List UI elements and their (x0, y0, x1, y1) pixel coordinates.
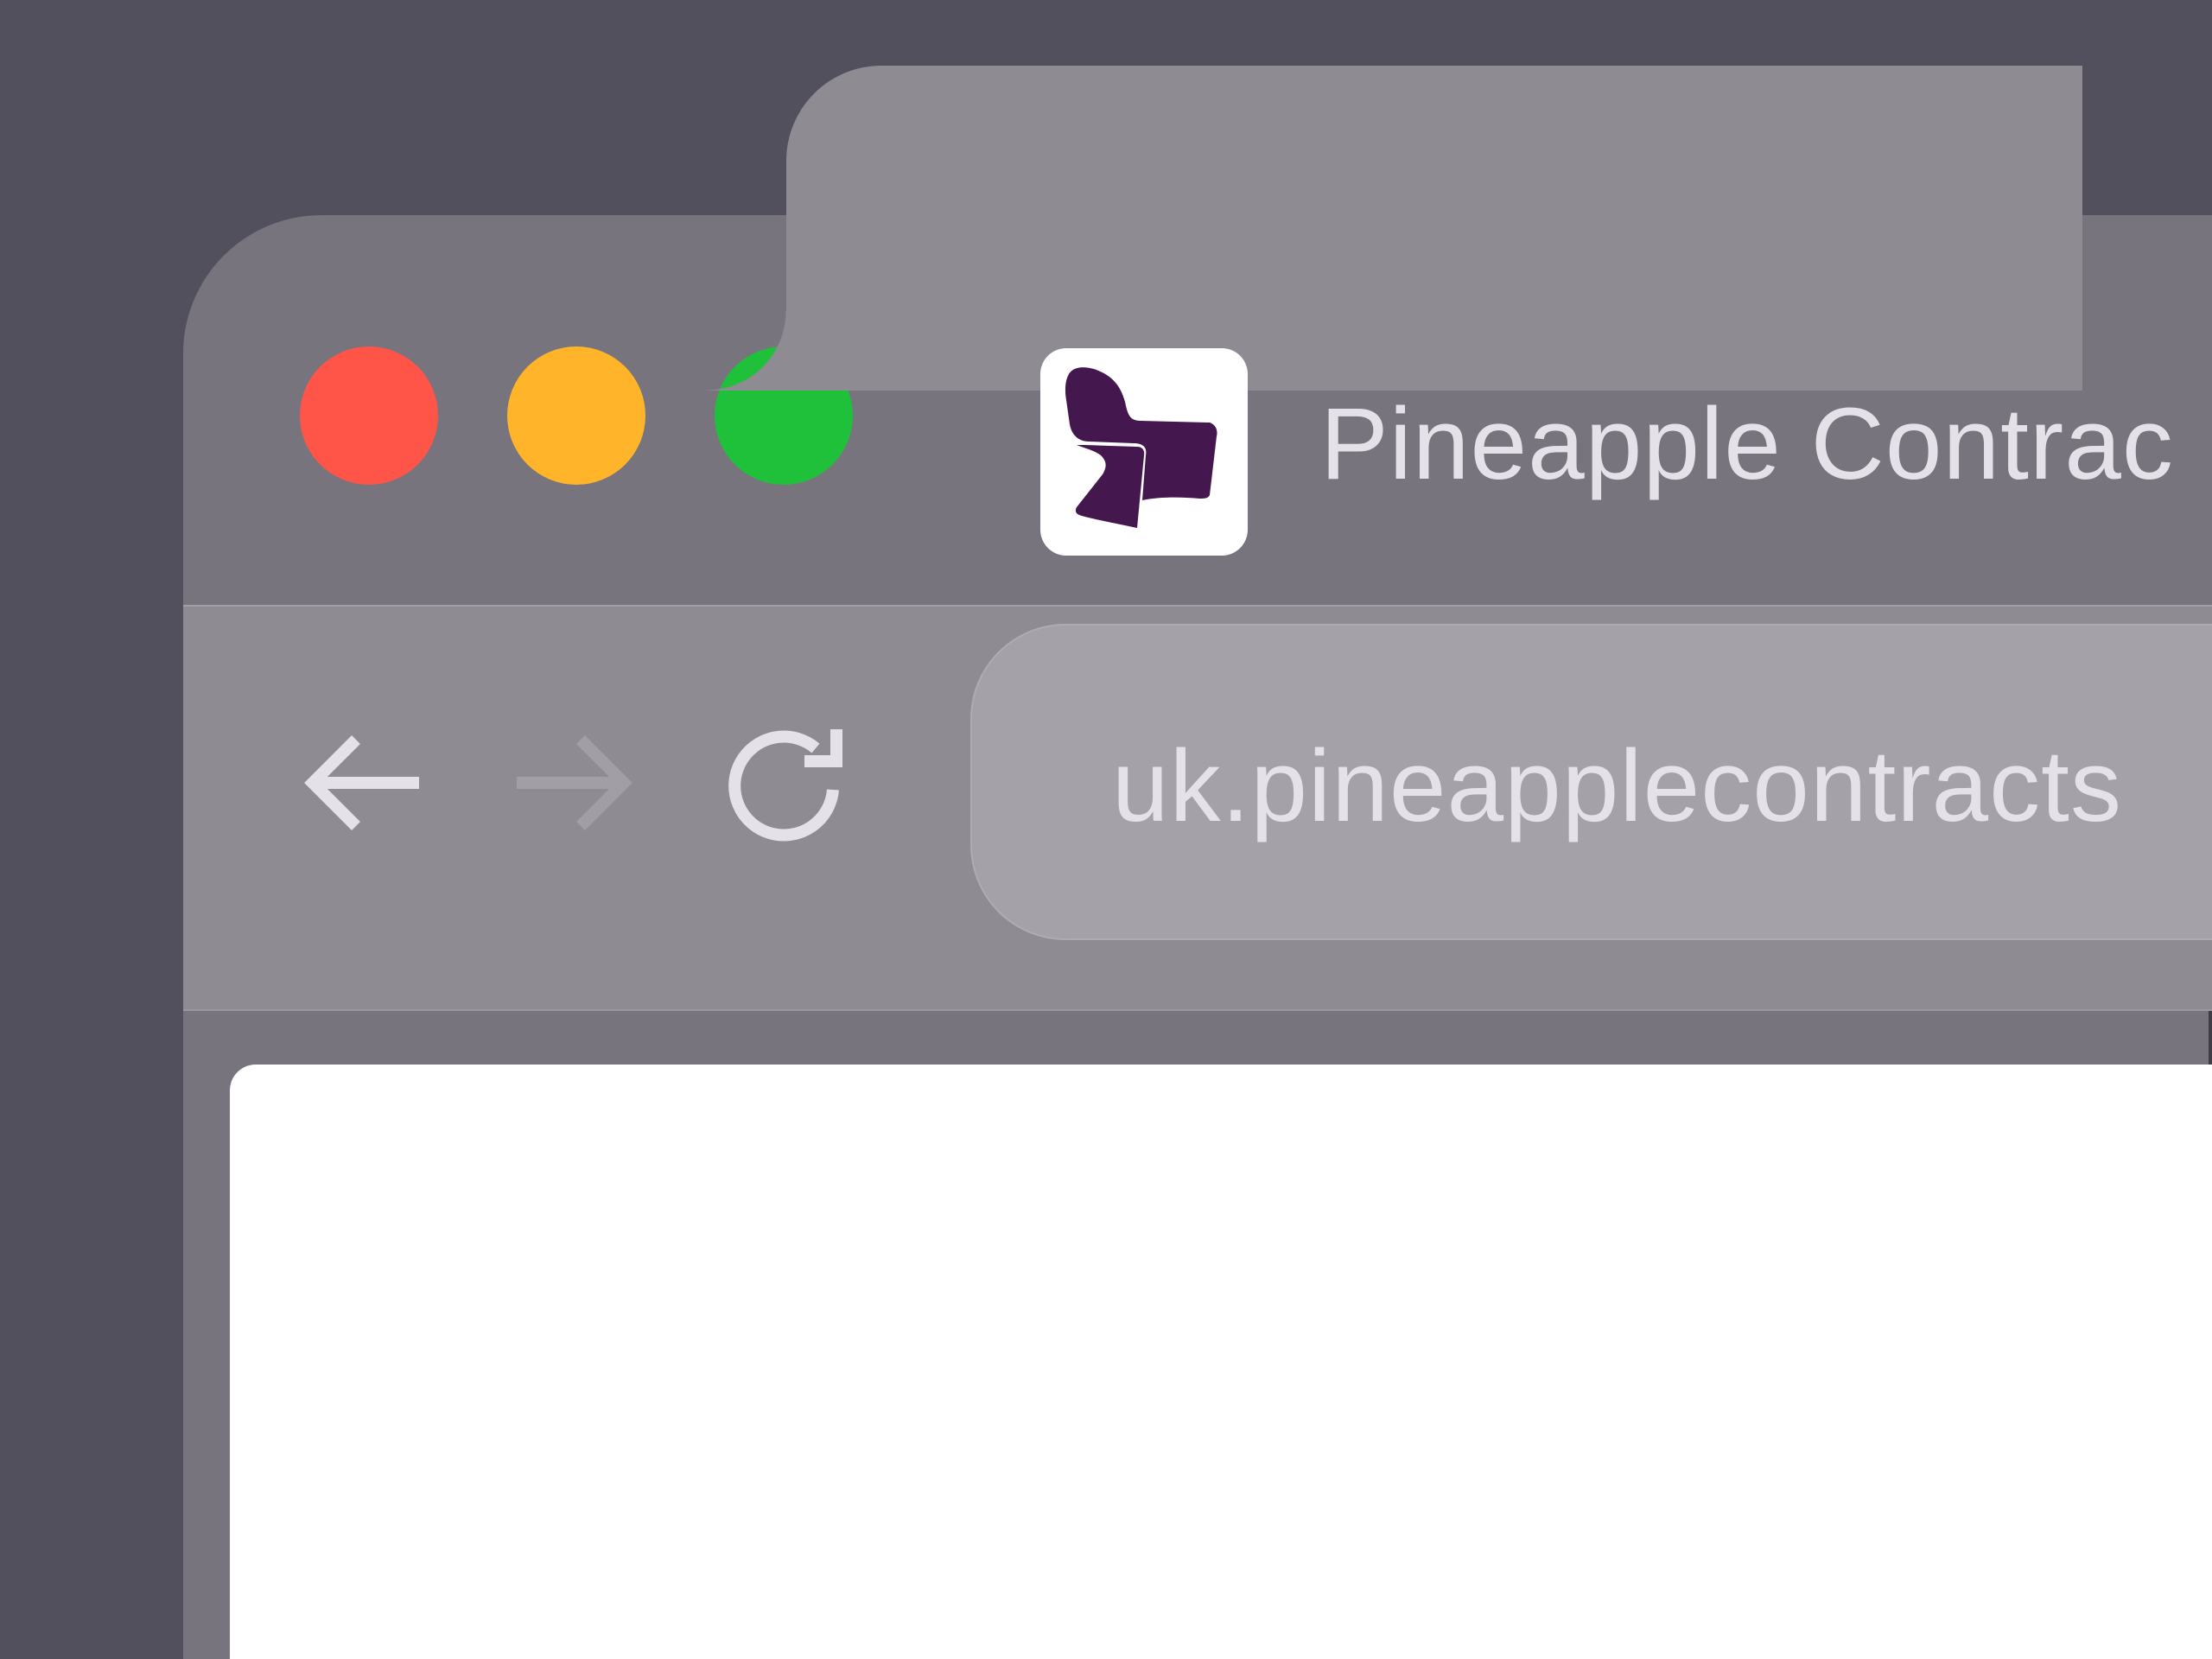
reload-icon (728, 729, 842, 842)
page-content[interactable] (230, 1065, 2212, 1659)
tab-corner-flare (707, 311, 786, 391)
reload-button[interactable] (719, 714, 857, 852)
url-text[interactable]: uk.pineapplecontracts (1112, 735, 2122, 837)
minimize-window-button[interactable] (507, 346, 645, 485)
pineapple-contracts-favicon-icon (1040, 348, 1248, 556)
arrow-right-icon (517, 735, 632, 830)
tab-active[interactable] (786, 66, 2082, 391)
forward-button[interactable] (510, 714, 648, 852)
tab-title: Pineapple Contrac (1320, 387, 2174, 501)
close-window-button[interactable] (300, 346, 438, 485)
content-edge (2209, 1011, 2212, 1065)
back-button[interactable] (294, 714, 432, 852)
arrow-left-icon (304, 735, 419, 830)
